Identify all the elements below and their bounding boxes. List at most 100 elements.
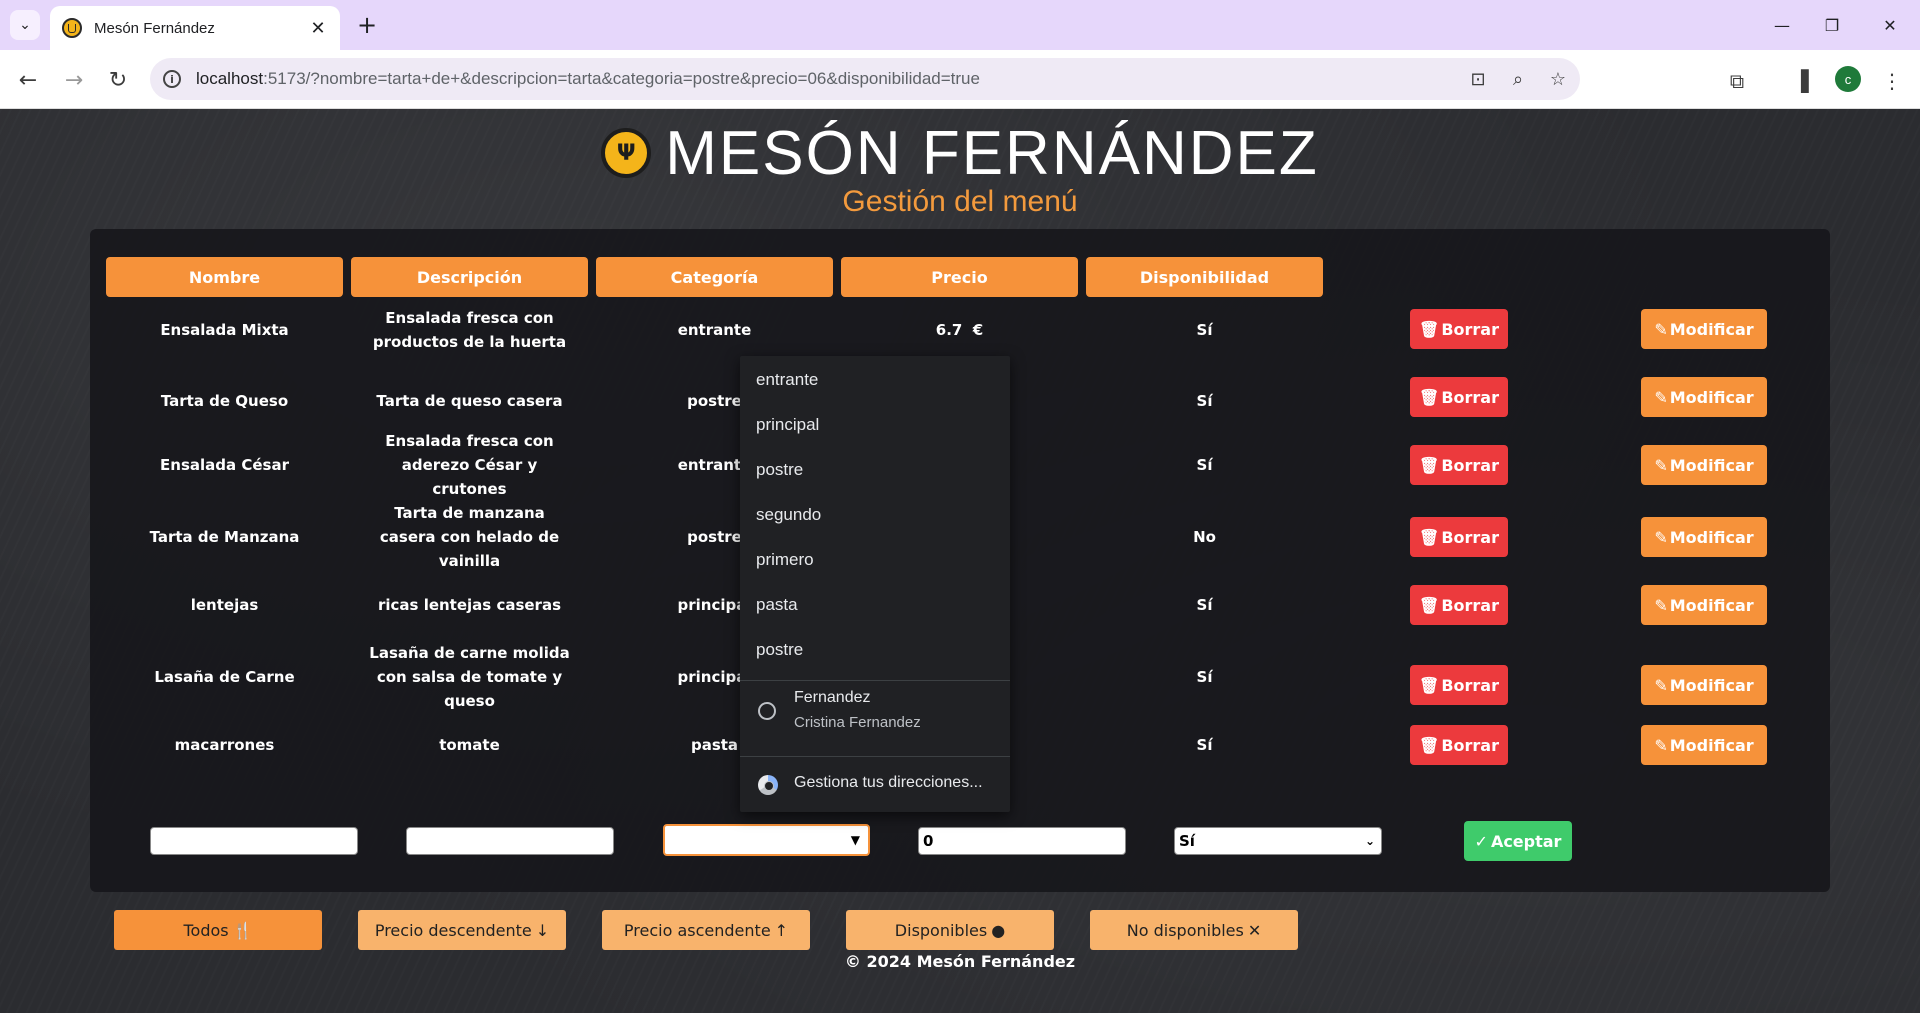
borrar-button[interactable]: 🗑 Borrar <box>1410 445 1508 485</box>
cell-descripcion: Lasaña de carne molida con salsa de toma… <box>369 644 570 710</box>
trash-icon: 🗑 <box>1419 387 1440 407</box>
back-button[interactable]: ← <box>12 64 44 96</box>
profile-avatar[interactable]: c <box>1835 66 1861 92</box>
extensions-icon[interactable]: ⧉ <box>1722 66 1752 96</box>
aceptar-label: Aceptar <box>1490 831 1562 851</box>
disponibilidad-value: Sí <box>1179 832 1195 850</box>
manage-addresses-link[interactable]: Gestiona tus direcciones... <box>794 774 983 792</box>
page-background: Ψ MESÓN FERNÁNDEZ Gestión del menú Nombr… <box>0 109 1920 1013</box>
cell-nombre: Ensalada Mixta <box>160 321 289 339</box>
filter-todos-label: Todos <box>183 920 229 940</box>
borrar-label: Borrar <box>1441 595 1499 615</box>
borrar-button[interactable]: 🗑 Borrar <box>1410 309 1508 349</box>
autofill-option[interactable]: segundo <box>756 503 821 527</box>
trash-icon: 🗑 <box>1419 675 1440 695</box>
browser-tab-strip: ⌄ Mesón Fernández ✕ + — ❐ ✕ <box>0 0 1920 50</box>
borrar-button[interactable]: 🗑 Borrar <box>1410 665 1508 705</box>
cell-descripcion: Ensalada fresca con aderezo César y crut… <box>385 432 554 498</box>
modificar-button[interactable]: ✎ Modificar <box>1641 517 1767 557</box>
precio-input[interactable]: 0 <box>918 827 1126 855</box>
restore-button[interactable]: ❐ <box>1812 12 1852 38</box>
bookmark-star-icon[interactable]: ☆ <box>1540 61 1576 97</box>
filter-disponibles-button[interactable]: Disponibles ● <box>846 910 1054 950</box>
autofill-option[interactable]: pasta <box>756 593 798 617</box>
pencil-icon: ✎ <box>1654 455 1668 475</box>
trash-icon: 🗑 <box>1419 595 1440 615</box>
modificar-button[interactable]: ✎ Modificar <box>1641 585 1767 625</box>
descripcion-input[interactable] <box>406 827 614 855</box>
cell-disponibilidad: Sí <box>1196 321 1213 339</box>
cell-nombre: lentejas <box>190 596 259 614</box>
borrar-button[interactable]: 🗑 Borrar <box>1410 585 1508 625</box>
categoria-select[interactable]: ▼ <box>663 824 870 856</box>
modificar-label: Modificar <box>1669 319 1754 339</box>
filter-todos-button[interactable]: Todos 🍴 <box>114 910 322 950</box>
reload-button[interactable]: ↻ <box>102 64 134 96</box>
close-tab-icon[interactable]: ✕ <box>308 18 328 39</box>
modificar-label: Modificar <box>1669 735 1754 755</box>
filter-precio-desc-button[interactable]: Precio descendente ↓ <box>358 910 566 950</box>
site-header: Ψ MESÓN FERNÁNDEZ Gestión del menú <box>0 119 1920 219</box>
url-path: :5173/?nombre=tarta+de+&descripcion=tart… <box>263 69 980 88</box>
filter-precio-asc-label: Precio ascendente <box>623 920 771 940</box>
autofill-option[interactable]: postre <box>756 638 803 662</box>
minimize-button[interactable]: — <box>1762 12 1802 38</box>
translate-icon[interactable]: ⊡ <box>1460 61 1496 97</box>
address-bar[interactable]: i localhost:5173/?nombre=tarta+de+&descr… <box>150 58 1580 100</box>
col-header-categoria: Categoría <box>596 257 833 297</box>
url-text[interactable]: localhost:5173/?nombre=tarta+de+&descrip… <box>196 69 1460 89</box>
filter-precio-asc-button[interactable]: Precio ascendente ↑ <box>602 910 810 950</box>
modificar-button[interactable]: ✎ Modificar <box>1641 665 1767 705</box>
borrar-button[interactable]: 🗑 Borrar <box>1410 377 1508 417</box>
trash-icon: 🗑 <box>1419 527 1440 547</box>
autofill-profile-full[interactable]: Cristina Fernandez <box>794 714 921 731</box>
cell-nombre: macarrones <box>174 736 275 754</box>
site-info-button[interactable]: i <box>154 61 190 97</box>
cell-disponibilidad: Sí <box>1196 596 1213 614</box>
filter-disponibles-label: Disponibles <box>894 920 988 940</box>
browser-tab[interactable]: Mesón Fernández ✕ <box>50 6 340 50</box>
cell-disponibilidad: Sí <box>1196 668 1213 686</box>
browser-toolbar: ← → ↻ i localhost:5173/?nombre=tarta+de+… <box>0 50 1920 109</box>
dropdown-arrow-icon: ▼ <box>850 833 860 847</box>
borrar-label: Borrar <box>1441 527 1499 547</box>
new-tab-button[interactable]: + <box>352 10 382 40</box>
trash-icon: 🗑 <box>1419 455 1440 475</box>
modificar-button[interactable]: ✎ Modificar <box>1641 377 1767 417</box>
cell-descripcion: Tarta de queso casera <box>376 392 563 410</box>
autofill-profile-name[interactable]: Fernandez <box>794 689 871 707</box>
close-window-button[interactable]: ✕ <box>1870 12 1910 38</box>
arrow-down-icon: ↓ <box>535 920 550 940</box>
autofill-option[interactable]: entrante <box>756 368 818 392</box>
aceptar-button[interactable]: ✓ Aceptar <box>1464 821 1572 861</box>
borrar-button[interactable]: 🗑 Borrar <box>1410 725 1508 765</box>
more-menu-icon[interactable]: ⋮ <box>1877 66 1907 96</box>
modificar-button[interactable]: ✎ Modificar <box>1641 725 1767 765</box>
borrar-label: Borrar <box>1441 455 1499 475</box>
utensils-icon: 🍴 <box>232 920 253 940</box>
autofill-option[interactable]: postre <box>756 458 803 482</box>
borrar-label: Borrar <box>1441 319 1499 339</box>
disponibilidad-select[interactable]: Sí ⌄ <box>1174 827 1382 855</box>
nombre-input[interactable] <box>150 827 358 855</box>
cell-descripcion: ricas lentejas caseras <box>377 596 562 614</box>
col-header-disponibilidad: Disponibilidad <box>1086 257 1323 297</box>
borrar-button[interactable]: 🗑 Borrar <box>1410 517 1508 557</box>
pencil-icon: ✎ <box>1654 675 1668 695</box>
autofill-option[interactable]: principal <box>756 413 819 437</box>
x-icon: ✕ <box>1247 920 1262 940</box>
forward-button[interactable]: → <box>58 64 90 96</box>
burger-icon: ● <box>991 920 1006 940</box>
filter-no-disponibles-button[interactable]: No disponibles ✕ <box>1090 910 1298 950</box>
side-panel-icon[interactable]: ▐ <box>1786 66 1816 96</box>
check-icon: ✓ <box>1474 831 1488 851</box>
modificar-button[interactable]: ✎ Modificar <box>1641 445 1767 485</box>
cell-nombre: Ensalada César <box>160 456 289 474</box>
autofill-option[interactable]: primero <box>756 548 814 572</box>
tab-search-button[interactable]: ⌄ <box>10 10 40 40</box>
modificar-button[interactable]: ✎ Modificar <box>1641 309 1767 349</box>
zoom-icon[interactable]: ⌕ <box>1500 61 1536 97</box>
col-header-precio: Precio <box>841 257 1078 297</box>
site-brand: MESÓN FERNÁNDEZ <box>665 118 1319 188</box>
pencil-icon: ✎ <box>1654 319 1668 339</box>
